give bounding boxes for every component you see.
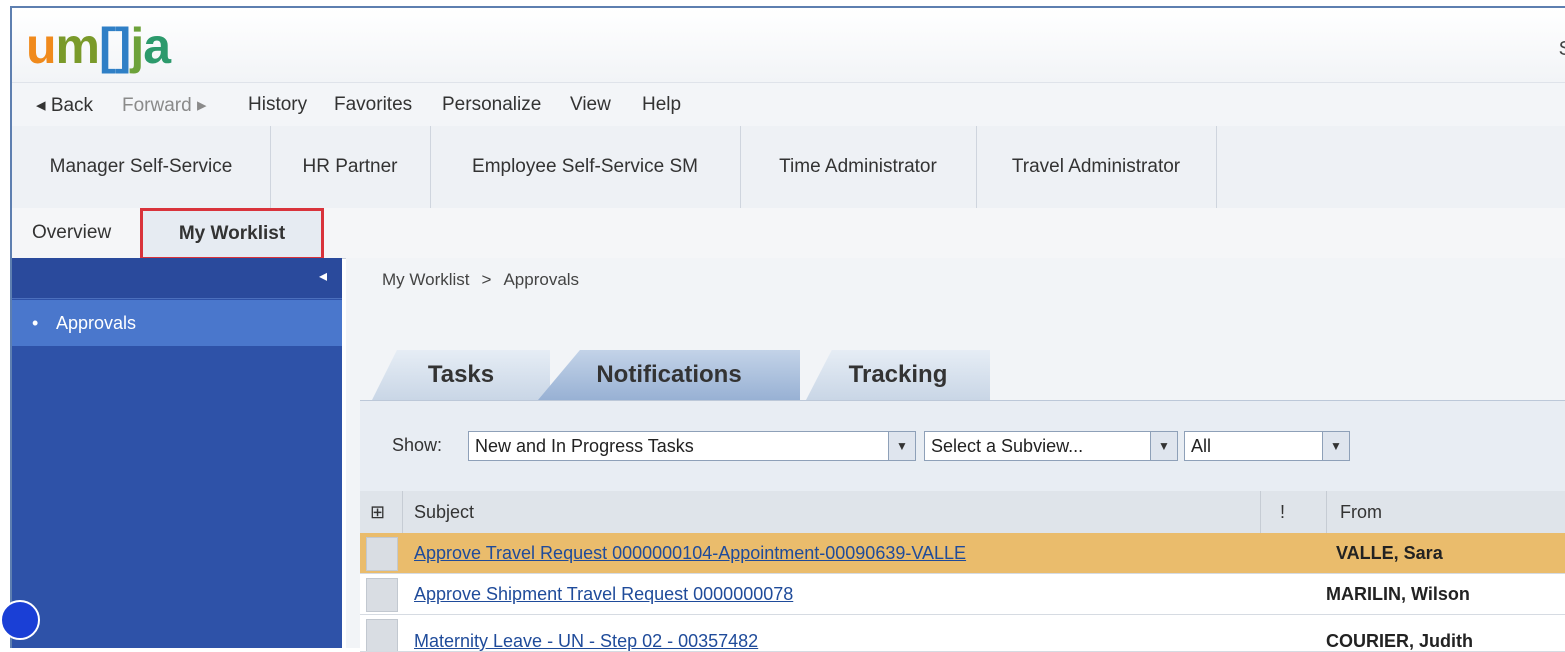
show-label: Show: — [392, 435, 443, 455]
nav-header: ◂ — [12, 258, 342, 299]
row-selector[interactable] — [366, 578, 398, 612]
bullet-icon: • — [32, 313, 39, 333]
subview-select[interactable]: Select a Subview... ▼ — [924, 431, 1178, 461]
status-filter-select[interactable]: New and In Progress Tasks ▼ — [468, 431, 916, 461]
forward-button[interactable]: Forward ▸ — [122, 94, 207, 117]
table-row[interactable]: Approve Travel Request 0000000104-Appoin… — [360, 533, 1565, 574]
sub-navigation: Overview My Worklist — [12, 208, 1565, 260]
worklist-table: ⊞ Subject ! From Approve Travel Request … — [360, 491, 1565, 652]
pointer-indicator — [0, 600, 40, 640]
collapse-icon[interactable]: ◂ — [314, 266, 332, 288]
subview-value: Select a Subview... — [931, 436, 1084, 456]
column-divider — [402, 491, 403, 533]
column-divider — [1326, 491, 1327, 533]
table-header: ⊞ Subject ! From — [360, 491, 1565, 534]
role-time-administrator[interactable]: Time Administrator — [740, 126, 977, 208]
header-bar: um[]ja S — [12, 8, 1565, 82]
row-selector[interactable] — [366, 537, 398, 571]
role-employee-self-service[interactable]: Employee Self-Service SM — [430, 126, 741, 208]
breadcrumb-root[interactable]: My Worklist — [382, 270, 470, 289]
navigation-toolbar: ◂ Back Forward ▸ History Favorites Perso… — [12, 82, 1565, 128]
column-header-subject[interactable]: Subject — [414, 491, 474, 533]
worklist-tabstrip: Tasks Tracking Notifications — [346, 338, 1565, 400]
tab-overview[interactable]: Overview — [32, 222, 111, 244]
favorites-menu[interactable]: Favorites — [334, 94, 412, 116]
umoja-logo[interactable]: um[]ja — [26, 16, 171, 76]
row-selector[interactable] — [366, 619, 398, 651]
user-initial: S — [1559, 38, 1565, 61]
tab-tasks[interactable]: Tasks — [372, 350, 550, 400]
scope-select[interactable]: All ▼ — [1184, 431, 1350, 461]
status-filter-value: New and In Progress Tasks — [475, 436, 694, 456]
chevron-down-icon[interactable]: ▼ — [1322, 432, 1349, 460]
chevron-down-icon[interactable]: ▼ — [888, 432, 915, 460]
breadcrumb-current: Approvals — [503, 270, 580, 289]
table-row[interactable]: Maternity Leave - UN - Step 02 - 0035748… — [360, 615, 1565, 652]
view-menu[interactable]: View — [570, 94, 611, 116]
breadcrumb: My Worklist > Approvals — [382, 270, 579, 290]
role-travel-administrator[interactable]: Travel Administrator — [976, 126, 1217, 208]
app-window: um[]ja S ◂ Back Forward ▸ History Favori… — [10, 6, 1565, 652]
content-area: My Worklist > Approvals Tasks Tracking Not… — [346, 258, 1565, 652]
column-divider — [1260, 491, 1261, 533]
role-manager-self-service[interactable]: Manager Self-Service — [12, 126, 271, 208]
column-header-from[interactable]: From — [1340, 491, 1382, 533]
role-hr-partner[interactable]: HR Partner — [270, 126, 431, 208]
back-button[interactable]: ◂ Back — [36, 94, 93, 117]
task-from: VALLE, Sara — [1336, 543, 1443, 563]
breadcrumb-separator: > — [481, 270, 492, 289]
table-settings-icon[interactable]: ⊞ — [370, 491, 385, 533]
task-from: MARILIN, Wilson — [1326, 584, 1470, 604]
role-navigation: Manager Self-Service HR Partner Employee… — [12, 126, 1565, 209]
history-menu[interactable]: History — [248, 94, 307, 116]
tab-my-worklist[interactable]: My Worklist — [140, 208, 324, 260]
scope-value: All — [1191, 436, 1212, 456]
table-row[interactable]: Approve Shipment Travel Request 00000000… — [360, 574, 1565, 615]
column-header-priority[interactable]: ! — [1280, 491, 1285, 533]
help-menu[interactable]: Help — [642, 94, 681, 116]
tab-tracking[interactable]: Tracking — [806, 350, 990, 400]
notifications-panel: Show: New and In Progress Tasks ▼ Select… — [360, 400, 1565, 652]
task-subject-link[interactable]: Approve Shipment Travel Request 00000000… — [414, 574, 793, 614]
task-subject-link[interactable]: Approve Travel Request 0000000104-Appoin… — [414, 533, 966, 573]
personalize-menu[interactable]: Personalize — [442, 94, 541, 116]
chevron-down-icon[interactable]: ▼ — [1150, 432, 1177, 460]
nav-item-label: Approvals — [56, 313, 137, 333]
nav-item-approvals[interactable]: • Approvals — [12, 300, 342, 346]
detailed-navigation: ◂ • Approvals — [12, 258, 342, 648]
tab-notifications[interactable]: Notifications — [538, 350, 800, 400]
